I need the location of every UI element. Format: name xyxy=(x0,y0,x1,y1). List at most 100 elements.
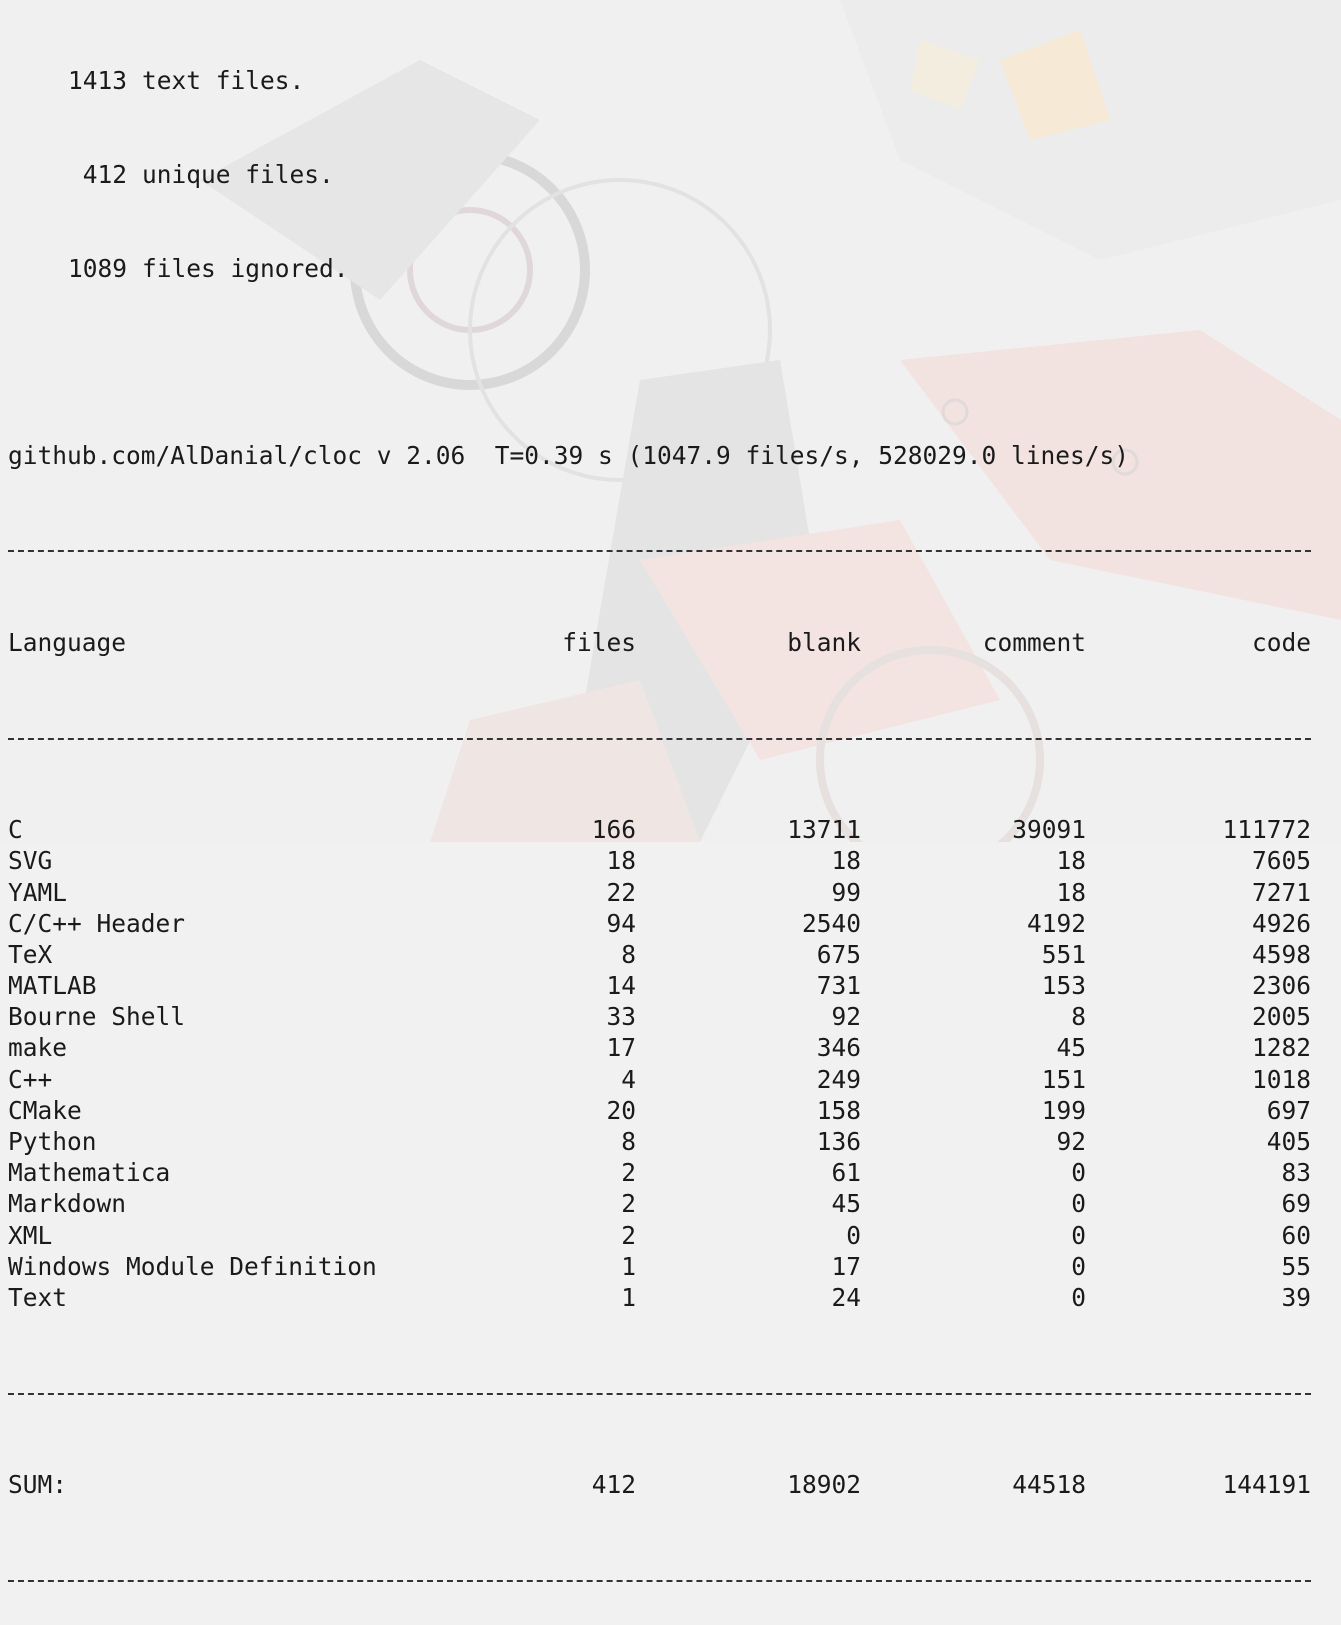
cell-comment: 551 xyxy=(1041,939,1086,969)
cell-files: 2 xyxy=(621,1220,636,1250)
cell-language: Text xyxy=(8,1282,68,1312)
cell-blank: 158 xyxy=(816,1095,861,1125)
table-row: C/C++ Header 94 2540 4192 4926 xyxy=(8,908,1338,939)
table-row: MATLAB 14 731 153 2306 xyxy=(8,970,1338,1001)
cell-code: 2306 xyxy=(1251,971,1311,1001)
cell-comment: 0 xyxy=(1071,1251,1086,1281)
cell-blank: 45 xyxy=(831,1189,861,1219)
cell-language: CMake xyxy=(8,1095,82,1125)
table-row: Python 8 136 92 405 xyxy=(8,1126,1338,1157)
cell-language: MATLAB xyxy=(8,971,97,1001)
table-row: C 166 13711 39091 111772 xyxy=(8,814,1338,845)
cell-comment: 0 xyxy=(1071,1158,1086,1188)
cell-files: 1 xyxy=(621,1251,636,1281)
cell-blank: 346 xyxy=(816,1033,861,1063)
cell-comment: 18 xyxy=(1056,877,1086,907)
dashed-separator xyxy=(8,721,1338,752)
summary-count: 1089 xyxy=(67,253,127,283)
cell-comment: 18 xyxy=(1056,846,1086,876)
cell-files: 94 xyxy=(606,908,636,938)
cell-code: 60 xyxy=(1281,1220,1311,1250)
column-header-blank: blank xyxy=(787,627,861,657)
table-row: Windows Module Definition 1 17 0 55 xyxy=(8,1251,1338,1282)
cell-language: make xyxy=(8,1033,68,1063)
sum-comment: 44518 xyxy=(1012,1470,1086,1500)
dashed-separator xyxy=(8,533,1338,564)
cell-comment: 151 xyxy=(1041,1064,1086,1094)
cell-blank: 0 xyxy=(846,1220,861,1250)
table-row: CMake 20 158 199 697 xyxy=(8,1095,1338,1126)
column-header-code: code xyxy=(1251,627,1311,657)
column-header-comment: comment xyxy=(982,627,1086,657)
cell-code: 111772 xyxy=(1222,815,1311,845)
cell-blank: 2540 xyxy=(801,908,861,938)
summary-label: files ignored. xyxy=(142,253,349,283)
cell-comment: 92 xyxy=(1056,1127,1086,1157)
column-header-files: files xyxy=(562,627,636,657)
table-row: Bourne Shell 33 92 8 2005 xyxy=(8,1001,1338,1032)
cell-code: 1018 xyxy=(1251,1064,1311,1094)
cell-files: 1 xyxy=(621,1282,636,1312)
dashed-separator xyxy=(8,1376,1338,1407)
cell-language: Python xyxy=(8,1127,97,1157)
cell-files: 14 xyxy=(606,971,636,1001)
sum-row: SUM: 412 18902 44518 144191 xyxy=(8,1469,1338,1500)
cell-language: Markdown xyxy=(8,1189,127,1219)
language-table-body: C 166 13711 39091 111772 SVG 18 18 18 7605 YAML 22 9… xyxy=(8,814,1338,1313)
cell-language: C++ xyxy=(8,1064,53,1094)
cell-comment: 0 xyxy=(1071,1282,1086,1312)
table-row: make 17 346 45 1282 xyxy=(8,1032,1338,1063)
cell-comment: 0 xyxy=(1071,1220,1086,1250)
summary-count: 1413 xyxy=(67,66,127,96)
cell-blank: 92 xyxy=(831,1002,861,1032)
cell-blank: 249 xyxy=(816,1064,861,1094)
summary-text-files: 1413 text files. xyxy=(8,65,1338,96)
cell-code: 1282 xyxy=(1251,1033,1311,1063)
cell-code: 4598 xyxy=(1251,939,1311,969)
cell-code: 39 xyxy=(1281,1282,1311,1312)
table-header-row: Language files blank comment code xyxy=(8,627,1338,658)
cell-language: C xyxy=(8,815,23,845)
cell-blank: 675 xyxy=(816,939,861,969)
table-row: Text 1 24 0 39 xyxy=(8,1282,1338,1313)
summary-label: unique files. xyxy=(142,160,334,189)
sum-blank: 18902 xyxy=(787,1470,861,1500)
dashed-separator xyxy=(8,1563,1338,1594)
cell-files: 33 xyxy=(606,1002,636,1032)
sum-code: 144191 xyxy=(1222,1470,1311,1500)
cell-code: 7271 xyxy=(1251,877,1311,907)
cell-files: 166 xyxy=(591,815,636,845)
sum-files: 412 xyxy=(591,1470,636,1500)
table-row: XML 2 0 0 60 xyxy=(8,1220,1338,1251)
table-row: YAML 22 99 18 7271 xyxy=(8,877,1338,908)
cell-code: 69 xyxy=(1281,1189,1311,1219)
cell-code: 55 xyxy=(1281,1251,1311,1281)
cell-language: YAML xyxy=(8,877,68,907)
table-row: C++ 4 249 151 1018 xyxy=(8,1064,1338,1095)
cell-blank: 18 xyxy=(831,846,861,876)
cell-comment: 45 xyxy=(1056,1033,1086,1063)
cell-blank: 13711 xyxy=(787,815,861,845)
cell-blank: 61 xyxy=(831,1158,861,1188)
column-header-language: Language xyxy=(8,627,127,657)
terminal-output: 1413 text files. 412 unique files. 1089 fil… xyxy=(8,3,1338,1625)
cloc-header-line: github.com/AlDanial/cloc v 2.06 T=0.39 s… xyxy=(8,440,1130,470)
cell-language: Windows Module Definition xyxy=(8,1251,377,1281)
cell-comment: 4192 xyxy=(1026,908,1086,938)
cell-blank: 731 xyxy=(816,971,861,1001)
cell-blank: 99 xyxy=(831,877,861,907)
cell-files: 2 xyxy=(621,1158,636,1188)
cell-files: 4 xyxy=(621,1064,636,1094)
cell-files: 8 xyxy=(621,939,636,969)
summary-files-ignored: 1089 files ignored. xyxy=(8,253,1338,284)
cell-language: Mathematica xyxy=(8,1158,171,1188)
cell-comment: 8 xyxy=(1071,1002,1086,1032)
table-row: TeX 8 675 551 4598 xyxy=(8,939,1338,970)
cell-code: 7605 xyxy=(1251,846,1311,876)
cell-files: 18 xyxy=(606,846,636,876)
sum-label: SUM: xyxy=(8,1470,68,1500)
cell-code: 4926 xyxy=(1251,908,1311,938)
cell-files: 20 xyxy=(606,1095,636,1125)
cell-files: 8 xyxy=(621,1127,636,1157)
